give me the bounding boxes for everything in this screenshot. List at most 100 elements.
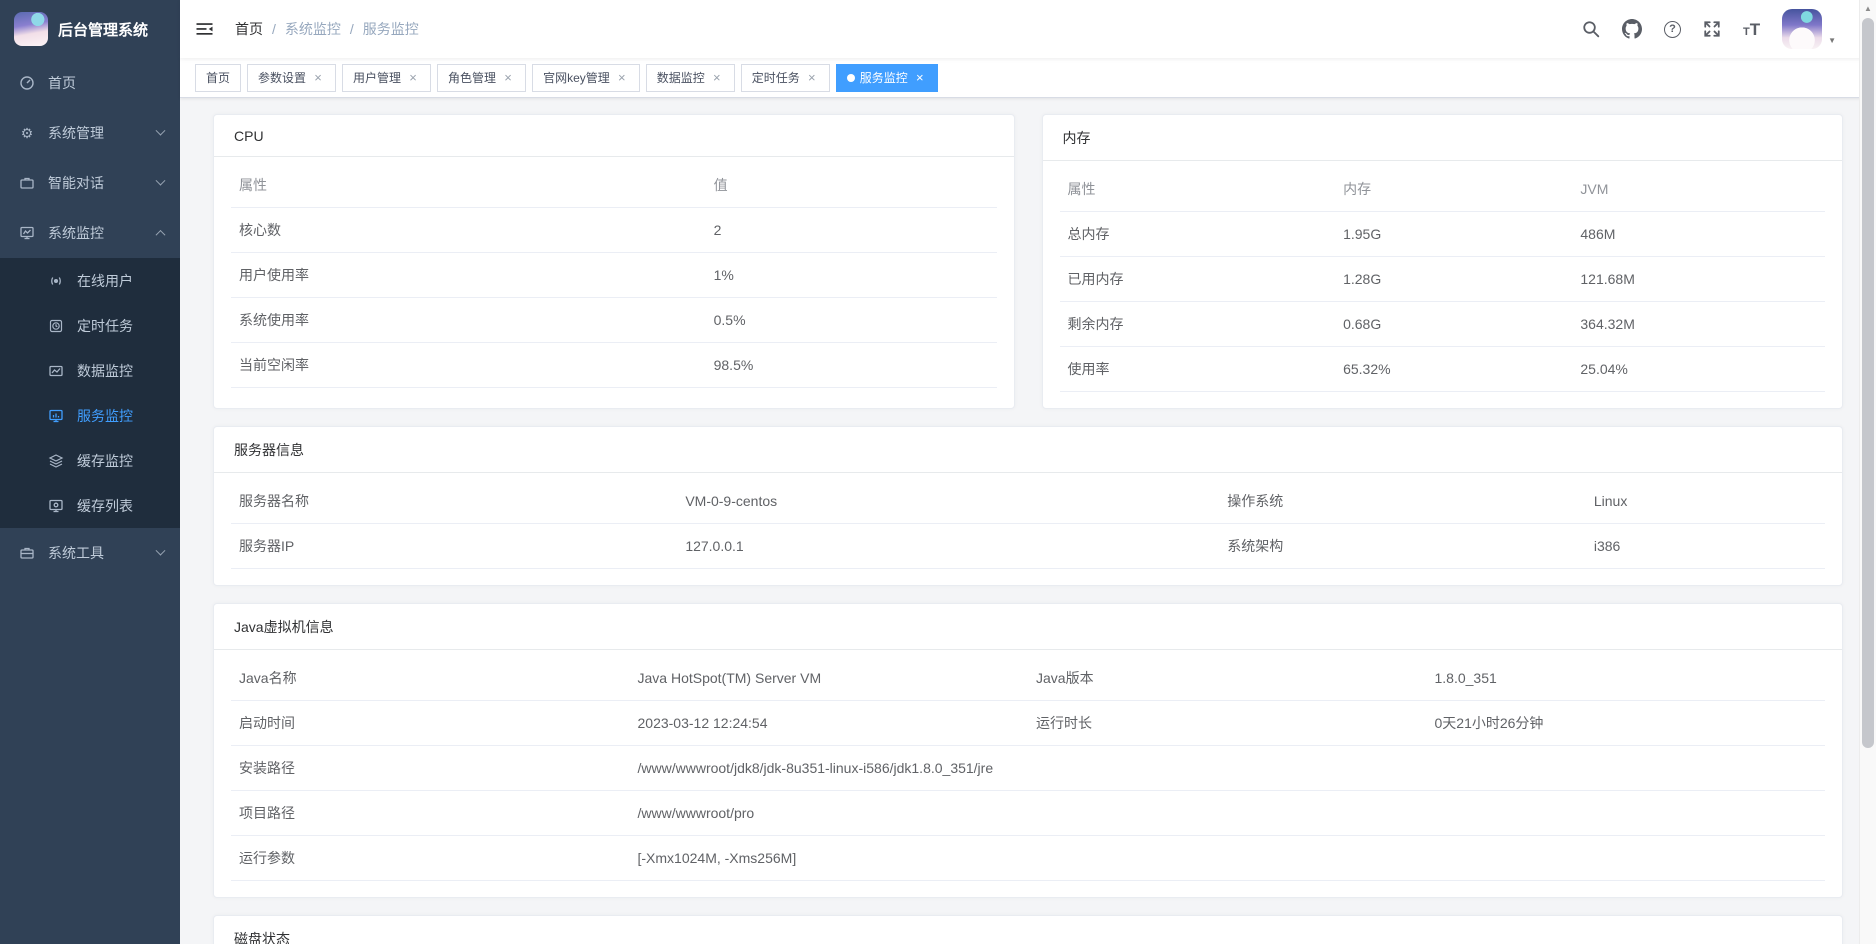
server-info-card: 服务器信息 服务器名称 VM-0-9-centos 操作系统 Linux 服务器… (213, 426, 1843, 586)
monitor-dot-icon (48, 498, 64, 514)
sidebar-item-label: 数据监控 (77, 361, 133, 381)
sidebar-item-cache-list[interactable]: 缓存列表 (0, 483, 180, 528)
search-icon[interactable] (1582, 20, 1600, 38)
table-row: 剩余内存 0.68G 364.32M (1060, 302, 1826, 347)
sidebar-item-system-tools[interactable]: 系统工具 (0, 528, 180, 578)
layers-icon (48, 453, 64, 469)
cell-label: Java名称 (231, 656, 630, 701)
server-info-title: 服务器信息 (214, 427, 1842, 473)
table-row: 总内存 1.95G 486M (1060, 212, 1826, 257)
cell-label: 核心数 (231, 208, 706, 253)
tab-service-monitor[interactable]: 服务监控 × (836, 64, 938, 92)
sidebar-item-label: 服务监控 (77, 406, 133, 426)
user-menu[interactable]: ▼ (1782, 9, 1836, 49)
table-row: 服务器IP 127.0.0.1 系统架构 i386 (231, 524, 1825, 569)
table-row: 系统使用率 0.5% (231, 298, 997, 343)
avatar[interactable] (1782, 9, 1822, 49)
table-row: Java名称 Java HotSpot(TM) Server VM Java版本… (231, 656, 1825, 701)
close-icon[interactable]: × (501, 70, 515, 85)
tab-role-mgmt[interactable]: 角色管理 × (437, 64, 526, 92)
close-icon[interactable]: × (406, 70, 420, 85)
cell-value: 2023-03-12 12:24:54 (630, 701, 1029, 746)
github-icon[interactable] (1622, 19, 1642, 39)
breadcrumb-home[interactable]: 首页 (235, 19, 263, 39)
chevron-up-icon (156, 229, 166, 239)
column-header: 内存 (1335, 167, 1572, 212)
cell-label: 项目路径 (231, 791, 630, 836)
font-size-icon[interactable]: TT (1743, 21, 1760, 38)
window-scrollbar[interactable]: ▲ (1859, 0, 1876, 944)
table-row: 核心数 2 (231, 208, 997, 253)
cell-label: 当前空闲率 (231, 343, 706, 388)
scrollbar-thumb[interactable] (1862, 18, 1874, 748)
cpu-table-wrap: 属性 值 核心数 2 用户使用率 1% (214, 157, 1014, 404)
signal-icon (48, 273, 64, 289)
tab-label: 服务监控 (860, 69, 908, 86)
table-row: 项目路径 /www/wwwroot/pro (231, 791, 1825, 836)
cell-label: 操作系统 (1219, 479, 1586, 524)
table-row: 使用率 65.32% 25.04% (1060, 347, 1826, 392)
cell-value: 1.8.0_351 (1427, 656, 1826, 701)
tab-home[interactable]: 首页 (195, 64, 241, 92)
tab-label: 数据监控 (657, 69, 705, 86)
help-icon[interactable]: ? (1664, 21, 1681, 38)
sidebar-item-label: 系统监控 (48, 223, 104, 243)
disk-status-card: 磁盘状态 盘符路径 文件系统 盘符类型 总大小 可用大小 已用大小 已用百分比 (213, 915, 1843, 944)
server-info-table-wrap: 服务器名称 VM-0-9-centos 操作系统 Linux 服务器IP 127… (214, 473, 1842, 585)
sidebar-item-ai-chat[interactable]: 智能对话 (0, 158, 180, 208)
cpu-table: 属性 值 核心数 2 用户使用率 1% (231, 163, 997, 388)
cpu-card: CPU 属性 值 核心数 2 (213, 114, 1015, 409)
jvm-info-table-wrap: Java名称 Java HotSpot(TM) Server VM Java版本… (214, 650, 1842, 897)
close-icon[interactable]: × (913, 70, 927, 85)
cell-label: 系统架构 (1219, 524, 1586, 569)
sidebar-item-label: 系统工具 (48, 543, 104, 563)
cell-label: 剩余内存 (1060, 302, 1336, 347)
breadcrumb-separator: / (350, 21, 354, 37)
tab-sitekey-mgmt[interactable]: 官网key管理 × (532, 64, 640, 92)
cell-value: 1% (706, 253, 997, 298)
cell-value: [-Xmx1024M, -Xms256M] (630, 836, 1826, 881)
close-icon[interactable]: × (710, 70, 724, 85)
table-header-row: 属性 值 (231, 163, 997, 208)
fullscreen-icon[interactable] (1703, 20, 1721, 38)
close-icon[interactable]: × (311, 70, 325, 85)
sidebar-item-system-mgmt[interactable]: ⚙ 系统管理 (0, 108, 180, 158)
monitor-icon (19, 225, 35, 241)
tab-label: 官网key管理 (543, 69, 610, 86)
cell-value: VM-0-9-centos (677, 479, 1219, 524)
sidebar-item-system-monitor[interactable]: 系统监控 (0, 208, 180, 258)
sidebar-item-online-users[interactable]: 在线用户 (0, 258, 180, 303)
cell-value: 65.32% (1335, 347, 1572, 392)
cell-value: i386 (1586, 524, 1825, 569)
app-window: 后台管理系统 首页 ⚙ 系统管理 智能对话 (0, 0, 1876, 944)
table-row: 安装路径 /www/wwwroot/jdk8/jdk-8u351-linux-i… (231, 746, 1825, 791)
tab-data-monitor[interactable]: 数据监控 × (646, 64, 735, 92)
sidebar-toggle-button[interactable] (180, 0, 229, 58)
sidebar-item-scheduled-tasks[interactable]: 定时任务 (0, 303, 180, 348)
tab-user-mgmt[interactable]: 用户管理 × (342, 64, 431, 92)
app-logo[interactable]: 后台管理系统 (0, 0, 180, 58)
sidebar-item-home[interactable]: 首页 (0, 58, 180, 108)
sidebar-item-label: 智能对话 (48, 173, 104, 193)
table-row: 服务器名称 VM-0-9-centos 操作系统 Linux (231, 479, 1825, 524)
sidebar-item-service-monitor[interactable]: 服务监控 (0, 393, 180, 438)
logo-image (14, 12, 48, 46)
tab-param-settings[interactable]: 参数设置 × (247, 64, 336, 92)
top-cards-row: CPU 属性 值 核心数 2 (213, 114, 1843, 409)
cell-value: 2 (706, 208, 997, 253)
sidebar-item-label: 缓存监控 (77, 451, 133, 471)
cell-label: Java版本 (1028, 656, 1427, 701)
cell-label: 服务器名称 (231, 479, 677, 524)
tab-scheduled-tasks[interactable]: 定时任务 × (741, 64, 830, 92)
sidebar-item-cache-monitor[interactable]: 缓存监控 (0, 438, 180, 483)
table-row: 已用内存 1.28G 121.68M (1060, 257, 1826, 302)
cell-label: 安装路径 (231, 746, 630, 791)
cell-label: 运行时长 (1028, 701, 1427, 746)
breadcrumb-separator: / (272, 21, 276, 37)
top-navbar: 首页 / 系统监控 / 服务监控 ? (180, 0, 1876, 58)
active-tab-dot (847, 74, 855, 82)
close-icon[interactable]: × (805, 70, 819, 85)
scrollbar-up-arrow[interactable]: ▲ (1860, 0, 1876, 16)
sidebar-item-data-monitor[interactable]: 数据监控 (0, 348, 180, 393)
close-icon[interactable]: × (615, 70, 629, 85)
